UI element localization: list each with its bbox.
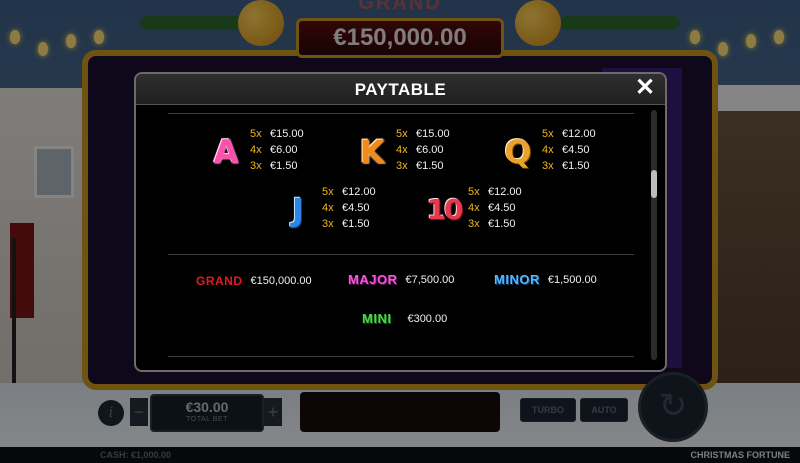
jackpot-grand-badge: GRAND bbox=[196, 274, 243, 288]
multiplier: 3x bbox=[396, 160, 408, 172]
pay-row: 3x €1.50 bbox=[468, 216, 522, 232]
jackpot-major-badge: MAJOR bbox=[348, 272, 398, 287]
pay-row: 5x €12.00 bbox=[542, 126, 596, 142]
pay-amount: €1.50 bbox=[562, 160, 590, 172]
jackpot-grand-row: GRAND €150,000.00 bbox=[196, 274, 312, 288]
multiplier: 4x bbox=[322, 202, 334, 214]
pay-list: 5x €15.00 4x €6.00 3x €1.50 bbox=[396, 126, 450, 174]
pay-row: 3x €1.50 bbox=[396, 158, 450, 174]
multiplier: 5x bbox=[468, 186, 480, 198]
pay-amount: €1.50 bbox=[270, 160, 298, 172]
symbol-10-icon: 10 bbox=[426, 193, 464, 226]
scrollbar[interactable] bbox=[651, 110, 657, 360]
jackpot-mini-value: €300.00 bbox=[407, 312, 448, 325]
pay-list: 5x €12.00 4x €4.50 3x €1.50 bbox=[322, 184, 376, 232]
pay-list: 5x €12.00 4x €4.50 3x €1.50 bbox=[468, 184, 522, 232]
pay-list: 5x €15.00 4x €6.00 3x €1.50 bbox=[250, 126, 304, 174]
pay-row: 5x €15.00 bbox=[250, 126, 304, 142]
divider bbox=[168, 254, 634, 255]
pay-amount: €1.50 bbox=[342, 218, 370, 230]
paytable-header: PAYTABLE ✕ bbox=[136, 74, 665, 105]
multiplier: 4x bbox=[468, 202, 480, 214]
multiplier: 5x bbox=[250, 128, 262, 140]
pay-row: 3x €1.50 bbox=[542, 158, 596, 174]
jackpot-minor-value: €1,500.00 bbox=[547, 273, 597, 286]
multiplier: 5x bbox=[542, 128, 554, 140]
symbol-a-icon: A bbox=[213, 133, 239, 171]
pay-amount: €1.50 bbox=[416, 160, 444, 172]
multiplier: 4x bbox=[542, 144, 554, 156]
symbol-j-icon: J bbox=[292, 191, 304, 229]
pay-amount: €6.00 bbox=[416, 144, 444, 156]
jackpot-mini-row: MINI €300.00 bbox=[362, 311, 447, 326]
divider bbox=[168, 356, 634, 357]
pay-amount: €1.50 bbox=[488, 218, 516, 230]
pay-row: 5x €12.00 bbox=[468, 184, 522, 200]
paytable-dialog: PAYTABLE ✕ A 5x €15.00 4x €6.00 3x €1.50 K … bbox=[134, 72, 667, 372]
pay-row: 4x €4.50 bbox=[468, 200, 522, 216]
divider bbox=[168, 113, 634, 114]
multiplier: 4x bbox=[396, 144, 408, 156]
pay-row: 3x €1.50 bbox=[250, 158, 304, 174]
pay-row: 4x €4.50 bbox=[542, 142, 596, 158]
paytable-content: A 5x €15.00 4x €6.00 3x €1.50 K 5x €15.00 4x… bbox=[136, 106, 665, 370]
close-button[interactable]: ✕ bbox=[633, 76, 657, 100]
pay-amount: €12.00 bbox=[342, 186, 376, 198]
pay-row: 3x €1.50 bbox=[322, 216, 376, 232]
pay-amount: €15.00 bbox=[270, 128, 304, 140]
close-icon: ✕ bbox=[634, 74, 656, 101]
multiplier: 3x bbox=[250, 160, 262, 172]
pay-row: 5x €15.00 bbox=[396, 126, 450, 142]
scrollbar-thumb[interactable] bbox=[651, 170, 657, 198]
pay-row: 4x €6.00 bbox=[250, 142, 304, 158]
multiplier: 3x bbox=[468, 218, 480, 230]
jackpot-minor-badge: MINOR bbox=[494, 272, 540, 287]
multiplier: 4x bbox=[250, 144, 262, 156]
paytable-title: PAYTABLE bbox=[354, 80, 447, 99]
multiplier: 3x bbox=[542, 160, 554, 172]
pay-amount: €12.00 bbox=[562, 128, 596, 140]
pay-row: 5x €12.00 bbox=[322, 184, 376, 200]
pay-amount: €4.50 bbox=[562, 144, 590, 156]
pay-row: 4x €6.00 bbox=[396, 142, 450, 158]
pay-row: 4x €4.50 bbox=[322, 200, 376, 216]
jackpot-minor-row: MINOR €1,500.00 bbox=[494, 272, 597, 287]
symbol-q-icon: Q bbox=[504, 133, 532, 171]
multiplier: 5x bbox=[396, 128, 408, 140]
jackpot-major-value: €7,500.00 bbox=[405, 273, 455, 286]
jackpot-mini-badge: MINI bbox=[362, 311, 392, 326]
pay-amount: €4.50 bbox=[342, 202, 370, 214]
symbol-k-icon: K bbox=[359, 133, 385, 171]
pay-amount: €12.00 bbox=[488, 186, 522, 198]
jackpot-grand-value: €150,000.00 bbox=[250, 275, 312, 287]
pay-amount: €15.00 bbox=[416, 128, 450, 140]
pay-amount: €6.00 bbox=[270, 144, 298, 156]
pay-amount: €4.50 bbox=[488, 202, 516, 214]
multiplier: 5x bbox=[322, 186, 334, 198]
jackpot-major-row: MAJOR €7,500.00 bbox=[348, 272, 454, 287]
multiplier: 3x bbox=[322, 218, 334, 230]
pay-list: 5x €12.00 4x €4.50 3x €1.50 bbox=[542, 126, 596, 174]
